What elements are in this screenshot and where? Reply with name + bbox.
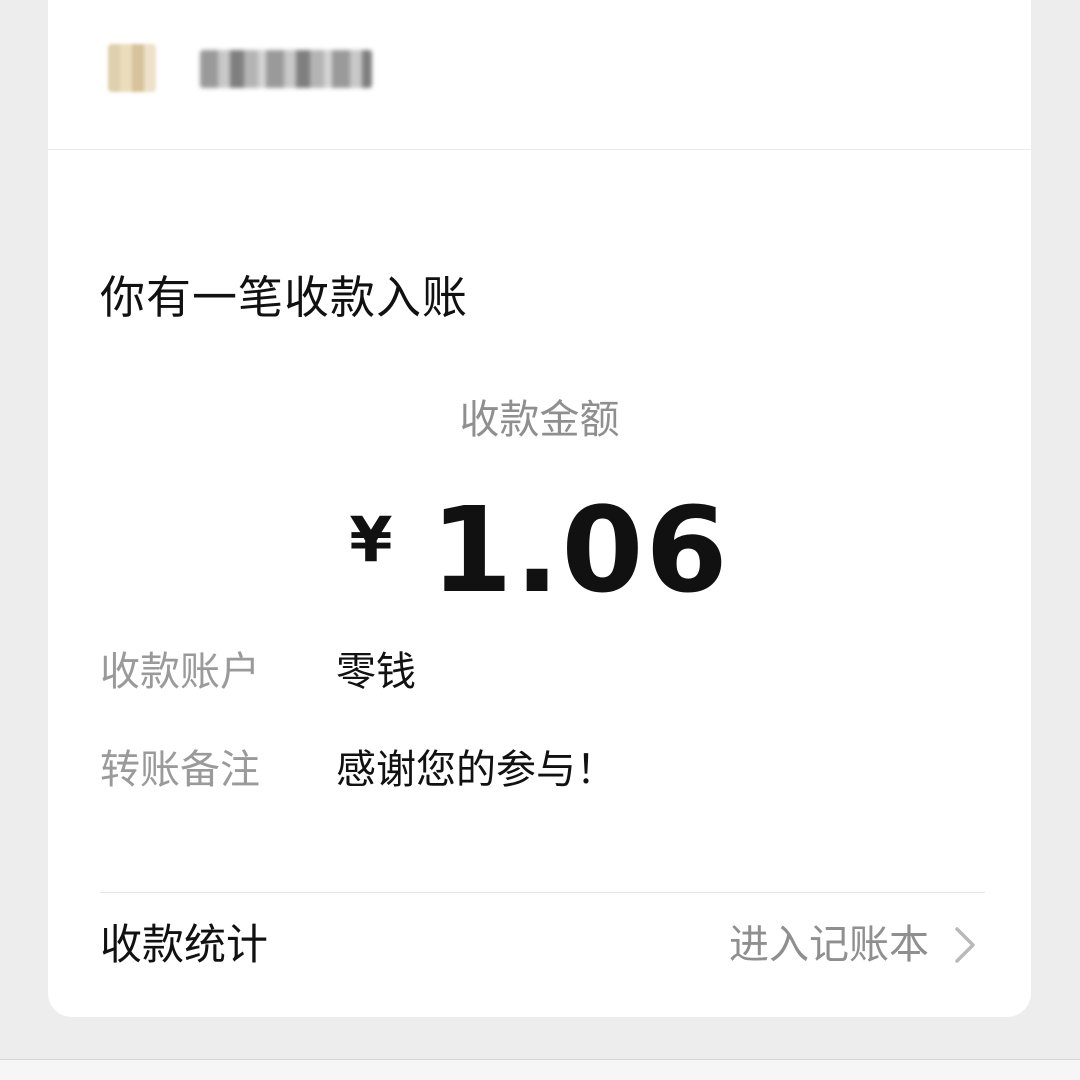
notification-title: 你有一笔收款入账 [100, 271, 469, 324]
receiving-account-label: 收款账户 [100, 649, 260, 695]
transfer-note-row: 转账备注 感谢您的参与！ [100, 742, 616, 798]
receiving-account-row: 收款账户 零钱 [100, 644, 416, 700]
payment-stats-row[interactable]: 收款统计 进入记账本 [100, 910, 985, 980]
account-name-pixelated [200, 50, 372, 88]
transfer-note-label: 转账备注 [100, 747, 260, 793]
amount-display: ¥1.06 [48, 485, 1031, 615]
header-divider [48, 149, 1031, 150]
amount-label: 收款金额 [459, 397, 620, 443]
merchant-avatar[interactable] [108, 44, 156, 92]
payment-stats-label: 收款统计 [100, 920, 269, 969]
currency-symbol: ¥ [349, 503, 393, 576]
card-header[interactable] [48, 0, 1031, 150]
receiving-account-value: 零钱 [336, 649, 416, 695]
amount-value: 1.06 [430, 481, 730, 619]
bottom-strip [0, 1060, 1080, 1080]
payment-notification-card: 你有一笔收款入账 收款金额 ¥1.06 收款账户 零钱 转账备注 感谢您的参与！ 收… [48, 0, 1031, 1017]
section-divider [100, 892, 985, 893]
chevron-right-icon [955, 927, 975, 963]
transfer-note-value: 感谢您的参与！ [336, 747, 616, 793]
open-ledger-link[interactable]: 进入记账本 [729, 910, 929, 980]
